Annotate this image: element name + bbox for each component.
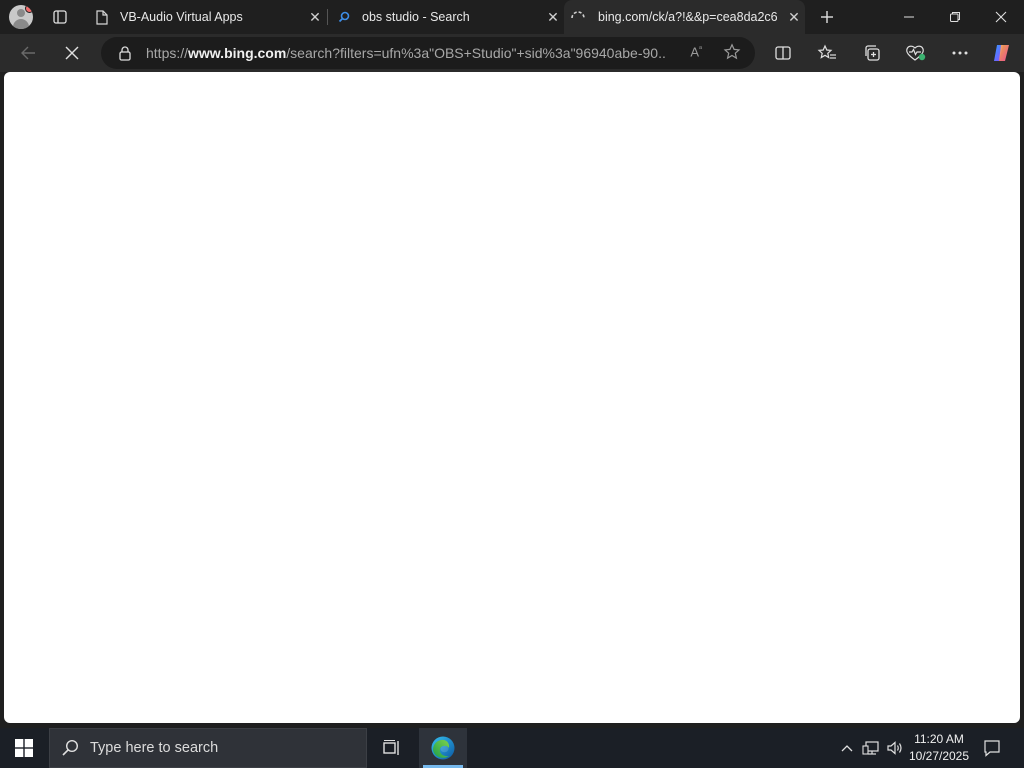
tab-obs-search[interactable]: obs studio - Search ✕ [328, 0, 564, 34]
clock-date: 10/27/2025 [908, 749, 970, 763]
stop-loading-icon[interactable] [57, 38, 87, 68]
tab-label: VB-Audio Virtual Apps [120, 10, 243, 24]
favorites-icon[interactable] [812, 38, 842, 68]
taskbar-clock[interactable]: 11:20 AM 10/27/2025 [906, 731, 972, 765]
address-bar[interactable]: https://www.bing.com/search?filters=ufn%… [101, 37, 755, 69]
taskbar-search-box[interactable]: Type here to search [49, 728, 367, 768]
url-text[interactable]: https://www.bing.com/search?filters=ufn%… [146, 45, 666, 61]
close-window-icon[interactable] [978, 0, 1024, 34]
volume-icon[interactable] [884, 728, 906, 768]
notifications-icon[interactable] [980, 728, 1004, 768]
search-placeholder: Type here to search [90, 740, 219, 756]
loading-spinner-icon [570, 9, 586, 25]
search-icon [336, 9, 352, 25]
windows-start-icon[interactable] [0, 728, 48, 768]
tab-strip: VB-Audio Virtual Apps ✕ obs studio - Sea… [0, 0, 1024, 34]
chevron-up-icon[interactable] [836, 728, 858, 768]
tab-actions-icon[interactable] [48, 5, 72, 29]
clock-time: 11:20 AM [914, 732, 964, 746]
copilot-icon[interactable] [987, 38, 1017, 68]
page-icon [94, 9, 110, 25]
back-arrow-icon[interactable] [13, 38, 43, 68]
close-tab-icon[interactable]: ✕ [304, 6, 326, 28]
tab-vb-audio[interactable]: VB-Audio Virtual Apps ✕ [86, 0, 326, 34]
page-content-area[interactable] [4, 72, 1020, 723]
lock-icon[interactable] [118, 45, 132, 61]
more-options-icon[interactable] [945, 38, 975, 68]
network-icon[interactable] [860, 728, 882, 768]
minimize-icon[interactable] [886, 0, 932, 34]
tab-bing-redirect[interactable]: bing.com/ck/a?!&&p=cea8da2c6 ✕ [564, 0, 805, 34]
task-view-icon[interactable] [370, 728, 414, 768]
close-tab-icon[interactable]: ✕ [783, 6, 805, 28]
browser-essentials-icon[interactable] [901, 38, 931, 68]
restore-icon[interactable] [932, 0, 978, 34]
collections-icon[interactable] [857, 38, 887, 68]
new-tab-icon[interactable] [815, 5, 839, 29]
tab-label: bing.com/ck/a?!&&p=cea8da2c6 [598, 10, 778, 24]
browser-toolbar: https://www.bing.com/search?filters=ufn%… [0, 34, 1024, 72]
taskbar: Type here to search 11:20 AM 10/27/2025 [0, 728, 1024, 768]
search-icon [60, 738, 80, 758]
close-tab-icon[interactable]: ✕ [542, 6, 564, 28]
edge-taskbar-icon[interactable] [419, 728, 467, 768]
tab-label: obs studio - Search [362, 10, 470, 24]
profile-avatar-icon[interactable] [9, 5, 33, 29]
read-aloud-icon[interactable]: Aᵃ [690, 44, 702, 59]
split-screen-icon[interactable] [768, 38, 798, 68]
favorite-star-icon[interactable] [723, 43, 741, 66]
window-controls [886, 0, 1024, 34]
